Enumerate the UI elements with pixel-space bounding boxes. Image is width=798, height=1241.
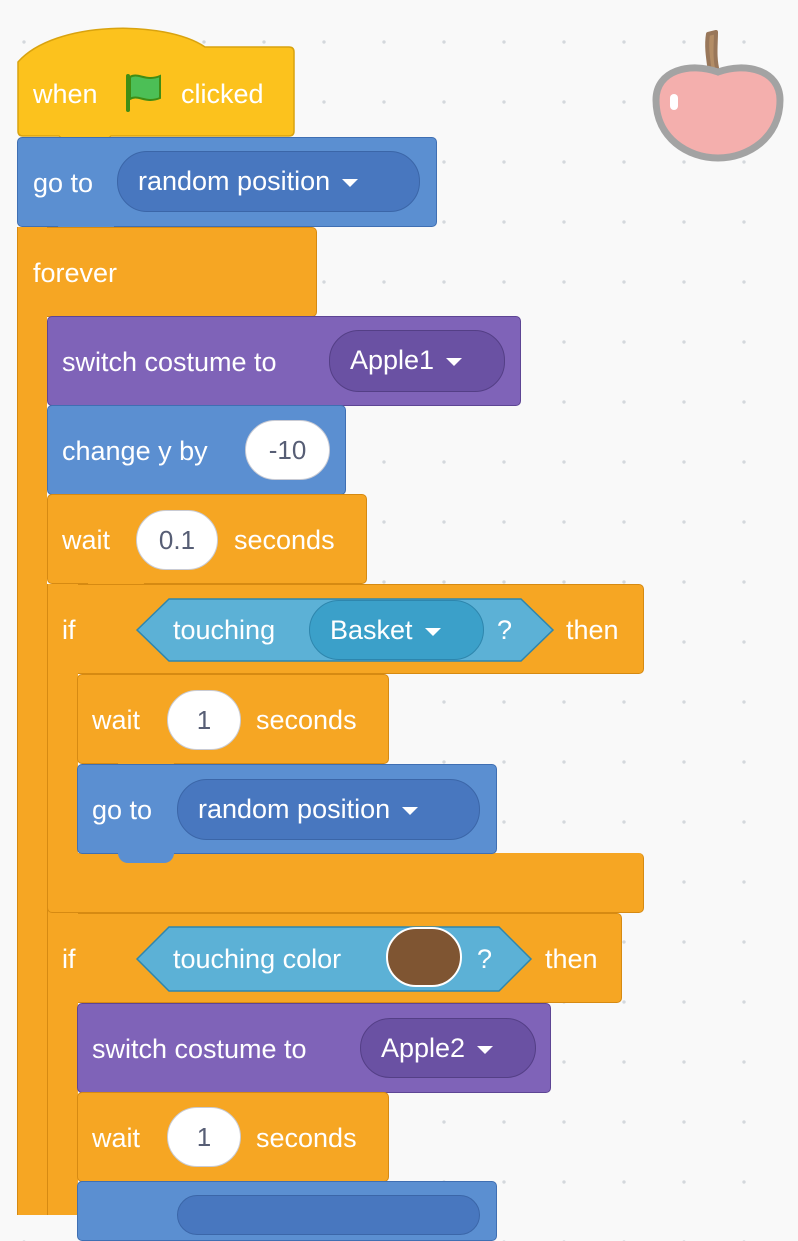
- switch-costume-label: switch costume to: [62, 347, 277, 377]
- forever-label: forever: [33, 258, 118, 288]
- dropdown-arrow-icon: [342, 178, 359, 187]
- color-swatch[interactable]: [386, 927, 462, 987]
- apple-sprite-icon: [652, 30, 784, 162]
- go-to-label: go to: [92, 795, 153, 825]
- touching-label: touching: [173, 615, 276, 645]
- dropdown-arrow-icon: [446, 357, 463, 366]
- wait-label: wait: [92, 1123, 141, 1153]
- dropdown-arrow-icon: [402, 806, 419, 815]
- wait-input[interactable]: 0.1: [136, 510, 218, 570]
- change-y-label: change y by: [62, 436, 208, 466]
- costume-value: Apple2: [381, 1033, 466, 1063]
- wait-label: wait: [62, 525, 111, 555]
- switch-costume-label: switch costume to: [92, 1034, 307, 1064]
- wait-input[interactable]: 1: [167, 1107, 241, 1167]
- seconds-label: seconds: [234, 525, 335, 555]
- wait-label: wait: [92, 705, 141, 735]
- seconds-label: seconds: [256, 1123, 357, 1153]
- go-to-label: go to: [33, 168, 94, 198]
- green-flag-icon: [126, 74, 161, 112]
- costume-value: Apple1: [350, 345, 435, 375]
- dropdown-arrow-icon: [424, 627, 441, 636]
- partial-dropdown[interactable]: [177, 1195, 480, 1235]
- wait-input[interactable]: 1: [167, 690, 241, 750]
- change-y-input[interactable]: -10: [245, 420, 330, 480]
- go-to-target-value: random position: [138, 166, 331, 196]
- then-label: then: [545, 944, 598, 974]
- question-mark: ?: [497, 615, 513, 645]
- costume-dropdown[interactable]: Apple2: [360, 1018, 536, 1078]
- seconds-label: seconds: [256, 705, 357, 735]
- dropdown-arrow-icon: [477, 1045, 494, 1054]
- go-to-target-dropdown[interactable]: random position: [177, 779, 480, 840]
- costume-dropdown[interactable]: Apple1: [329, 330, 505, 392]
- if-label: if: [62, 944, 76, 974]
- when-label: when: [33, 79, 98, 109]
- go-to-target-value: random position: [198, 794, 391, 824]
- touching-target-value: Basket: [330, 615, 413, 645]
- go-to-target-dropdown[interactable]: random position: [117, 151, 420, 212]
- question-mark: ?: [477, 944, 493, 974]
- if-label: if: [62, 615, 76, 645]
- touching-target-dropdown[interactable]: Basket: [309, 600, 484, 660]
- clicked-label: clicked: [181, 79, 264, 109]
- then-label: then: [566, 615, 619, 645]
- touching-color-label: touching color: [173, 944, 342, 974]
